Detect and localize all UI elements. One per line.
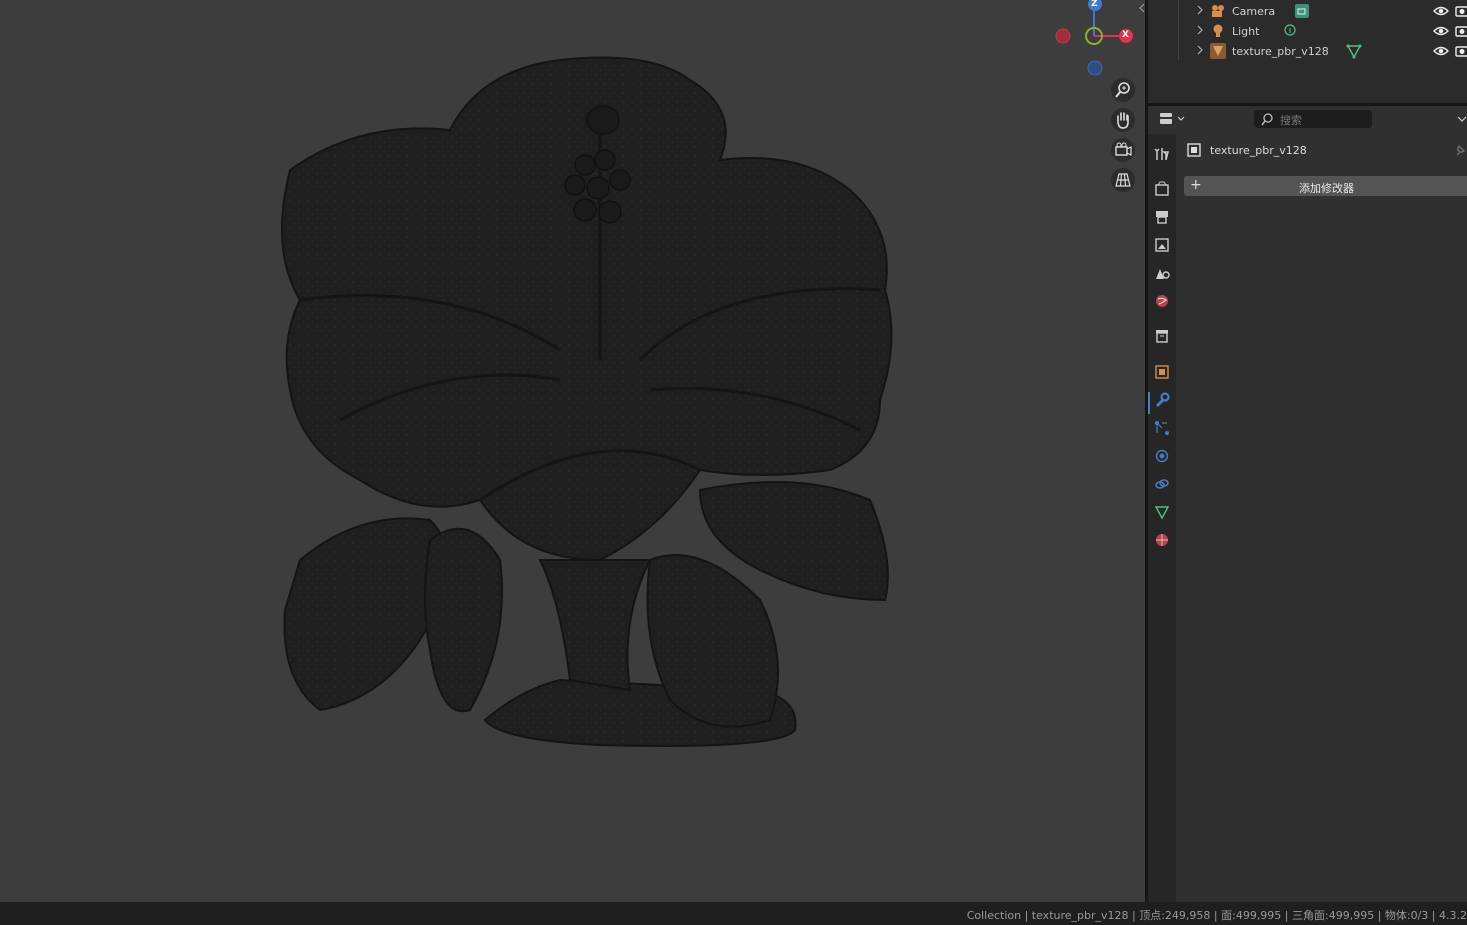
render-tab-icon[interactable] bbox=[1154, 181, 1170, 197]
gizmo-x-label: X bbox=[1122, 30, 1129, 40]
expand-chevron-icon[interactable] bbox=[1195, 24, 1205, 36]
outliner-label: Camera bbox=[1232, 5, 1276, 18]
grid-icon bbox=[1115, 173, 1131, 187]
outliner-label: Light bbox=[1232, 25, 1260, 38]
visibility-eye-icon[interactable] bbox=[1433, 43, 1449, 59]
light-object-icon bbox=[1213, 24, 1223, 37]
search-placeholder: 搜索 bbox=[1280, 114, 1302, 127]
visibility-eye-icon[interactable] bbox=[1433, 23, 1449, 39]
editor-type-dropdown[interactable] bbox=[1158, 110, 1188, 128]
mesh-data-icon[interactable] bbox=[1346, 43, 1362, 59]
camera-object-icon bbox=[1212, 5, 1224, 17]
camera-view-icon bbox=[1115, 142, 1132, 156]
render-camera-icon[interactable] bbox=[1454, 3, 1467, 19]
add-modifier-label: 添加修改器 bbox=[1299, 182, 1354, 195]
modifier-tab-icon[interactable] bbox=[1154, 392, 1170, 408]
active-tab-highlight bbox=[1148, 392, 1150, 414]
collection-tab-icon[interactable] bbox=[1154, 328, 1170, 344]
gizmo-z-label: Z bbox=[1091, 0, 1098, 9]
zoom-button[interactable] bbox=[1111, 78, 1135, 102]
constraints-tab-icon[interactable] bbox=[1154, 476, 1170, 492]
light-data-icon[interactable] bbox=[1282, 23, 1298, 39]
status-bar: Collection | texture_pbr_v128 | 顶点:249,9… bbox=[0, 902, 1467, 925]
expand-chevron-icon[interactable] bbox=[1195, 44, 1205, 56]
visibility-eye-icon[interactable] bbox=[1433, 3, 1449, 19]
render-camera-icon[interactable] bbox=[1454, 43, 1467, 59]
pan-button[interactable] bbox=[1111, 108, 1135, 132]
outliner-label: texture_pbr_v128 bbox=[1232, 45, 1329, 58]
properties-tabs bbox=[1148, 134, 1176, 902]
material-tab-icon[interactable] bbox=[1154, 532, 1170, 548]
zoom-icon bbox=[1115, 82, 1130, 98]
render-camera-icon[interactable] bbox=[1454, 23, 1467, 39]
particles-tab-icon[interactable] bbox=[1154, 420, 1170, 436]
navigation-gizmo[interactable] bbox=[1050, 0, 1140, 80]
properties-editor[interactable]: 搜索 texture_pbr_v128 + 添加修改器 bbox=[1148, 106, 1467, 902]
perspective-toggle-button[interactable] bbox=[1111, 168, 1135, 192]
object-header-icon bbox=[1187, 143, 1201, 157]
outliner[interactable]: Camera Light texture_pbr_v128 bbox=[1148, 0, 1467, 103]
add-modifier-button[interactable]: + 添加修改器 bbox=[1184, 176, 1467, 196]
chevron-down-icon[interactable] bbox=[1456, 113, 1467, 125]
view-layer-tab-icon[interactable] bbox=[1154, 237, 1170, 253]
world-tab-icon[interactable] bbox=[1154, 293, 1170, 309]
properties-search-input[interactable]: 搜索 bbox=[1254, 110, 1372, 128]
scene-tab-icon[interactable] bbox=[1154, 265, 1170, 281]
scene-statistics: Collection | texture_pbr_v128 | 顶点:249,9… bbox=[966, 909, 1467, 922]
camera-data-icon[interactable] bbox=[1294, 3, 1310, 19]
object-name-label: texture_pbr_v128 bbox=[1210, 144, 1307, 157]
outliner-row-texture-pbr-v128[interactable]: texture_pbr_v128 bbox=[1148, 41, 1467, 61]
mesh-object-icon bbox=[1210, 43, 1226, 59]
expand-chevron-icon[interactable] bbox=[1195, 4, 1205, 16]
properties-editor-icon bbox=[1160, 113, 1185, 124]
3d-viewport[interactable]: X Z bbox=[0, 0, 1145, 902]
pin-icon[interactable] bbox=[1453, 143, 1467, 157]
outliner-row-light[interactable]: Light bbox=[1148, 21, 1467, 41]
search-icon bbox=[1261, 113, 1273, 126]
data-tab-icon[interactable] bbox=[1154, 504, 1170, 520]
output-tab-icon[interactable] bbox=[1154, 209, 1170, 225]
object-tab-icon[interactable] bbox=[1154, 364, 1170, 380]
camera-view-button[interactable] bbox=[1111, 138, 1135, 162]
physics-tab-icon[interactable] bbox=[1154, 448, 1170, 464]
hibiscus-relief-model[interactable] bbox=[0, 0, 1145, 902]
outliner-row-camera[interactable]: Camera bbox=[1148, 1, 1467, 21]
collapse-sidebar-icon[interactable] bbox=[1138, 2, 1145, 14]
hand-icon bbox=[1117, 112, 1129, 129]
tool-tab-icon[interactable] bbox=[1154, 146, 1170, 162]
